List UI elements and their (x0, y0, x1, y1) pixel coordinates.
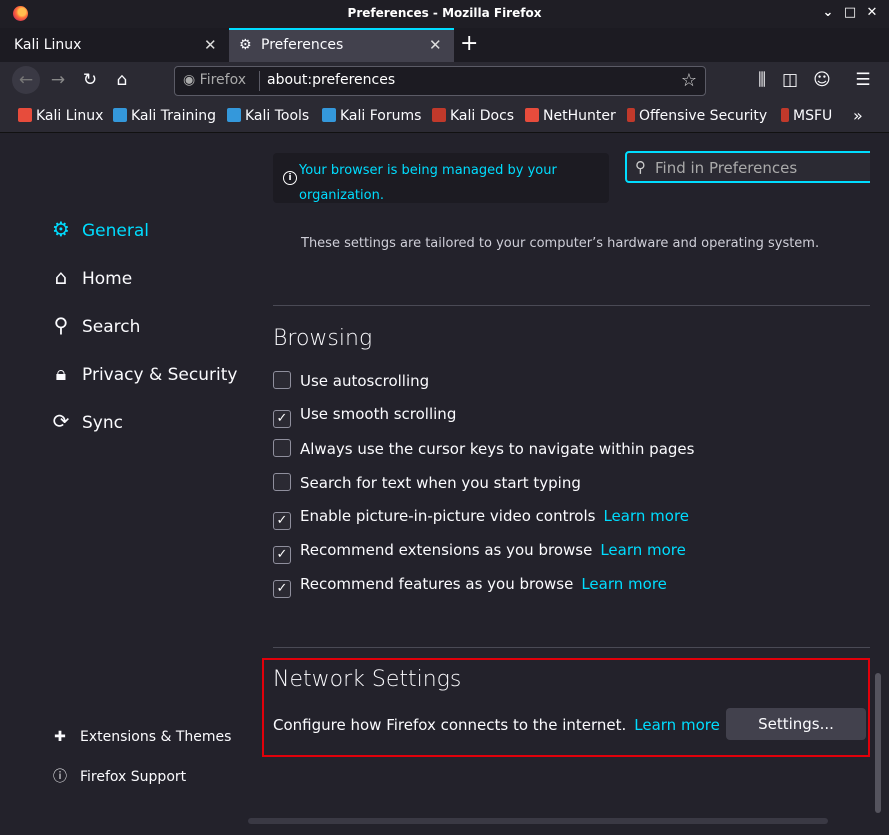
identity-box[interactable]: ◉ Firefox (183, 72, 246, 88)
network-description: Configure how Firefox connects to the in… (273, 716, 720, 734)
checkbox-checked[interactable]: ✓ (273, 410, 291, 428)
learn-more-link[interactable]: Learn more (603, 507, 689, 525)
offsec-icon (627, 108, 635, 122)
menu-icon[interactable]: ☰ (851, 70, 875, 92)
bookmark-star-icon[interactable]: ☆ (681, 70, 697, 91)
option-smooth-scrolling[interactable]: ✓ Use smooth scrolling (273, 405, 456, 428)
checkbox[interactable] (273, 473, 291, 491)
network-settings-heading: Network Settings (273, 667, 462, 692)
policy-notice-text[interactable]: Your browser is being managed by your or… (299, 158, 599, 208)
url-text[interactable]: about:preferences (267, 72, 395, 88)
close-tab-icon[interactable]: ✕ (204, 36, 217, 54)
option-autoscrolling[interactable]: Use autoscrolling (273, 371, 429, 390)
bookmark-kali-training[interactable]: Kali Training (113, 108, 216, 124)
learn-more-link[interactable]: Learn more (600, 541, 686, 559)
category-home[interactable]: ⌂ Home (50, 265, 133, 289)
puzzle-icon: ✚ (54, 729, 66, 745)
navigation-bar: ← → ↻ ⌂ ◉ Firefox about:preferences ☆ ⫼ … (0, 62, 889, 100)
category-search[interactable]: ⚲ Search (50, 313, 141, 337)
learn-more-link[interactable]: Learn more (634, 716, 720, 734)
divider (273, 305, 870, 306)
option-recommend-extensions[interactable]: ✓ Recommend extensions as you browse Learn… (273, 541, 686, 564)
docs-icon (432, 108, 446, 122)
firefox-support-link[interactable]: ⓘ Firefox Support (52, 766, 186, 786)
help-icon: ⓘ (53, 769, 67, 785)
kali-icon (18, 108, 32, 122)
tab-label: Kali Linux (14, 37, 82, 53)
sidebar-icon[interactable]: ◫ (778, 70, 802, 92)
minimize-button[interactable]: ⌄ (820, 4, 836, 22)
checkbox-checked[interactable]: ✓ (273, 546, 291, 564)
search-icon: ⚲ (635, 158, 646, 176)
new-tab-button[interactable]: + (460, 31, 478, 56)
gear-icon: ⚙ (239, 37, 252, 53)
checkbox-checked[interactable]: ✓ (273, 512, 291, 530)
checkbox[interactable] (273, 371, 291, 389)
bookmark-msfu[interactable]: MSFU (781, 108, 832, 124)
find-in-preferences[interactable]: ⚲ (625, 151, 870, 183)
account-icon[interactable]: ☺ (810, 70, 834, 92)
tab-kali-linux[interactable]: Kali Linux ✕ (0, 28, 228, 62)
bookmark-nethunter[interactable]: NetHunter (525, 108, 616, 124)
bookmark-kali-tools[interactable]: Kali Tools (227, 108, 309, 124)
bookmarks-toolbar: Kali Linux Kali Training Kali Tools Kali… (0, 100, 889, 133)
home-icon: ⌂ (54, 265, 68, 289)
option-search-typing[interactable]: Search for text when you start typing (273, 473, 581, 492)
option-recommend-features[interactable]: ✓ Recommend features as you browse Learn m… (273, 575, 667, 598)
firefox-icon: ◉ (183, 72, 200, 88)
bookmark-kali-docs[interactable]: Kali Docs (432, 108, 514, 124)
info-icon: i (283, 171, 297, 185)
sync-icon: ⟳ (52, 409, 70, 433)
window-title: Preferences - Mozilla Firefox (347, 6, 542, 20)
checkbox-checked[interactable]: ✓ (273, 580, 291, 598)
library-icon[interactable]: ⫼ (750, 70, 774, 92)
close-tab-icon[interactable]: ✕ (429, 36, 442, 54)
kali-icon (227, 108, 241, 122)
maximize-button[interactable]: □ (842, 4, 858, 22)
separator (259, 71, 260, 91)
title-bar: Preferences - Mozilla Firefox ⌄ □ ✕ (0, 0, 889, 28)
checkbox[interactable] (273, 439, 291, 457)
option-picture-in-picture[interactable]: ✓ Enable picture-in-picture video control… (273, 507, 689, 530)
lock-icon: 🔒︎ (55, 361, 67, 385)
reload-button[interactable]: ↻ (78, 70, 102, 92)
vertical-scrollbar[interactable] (870, 133, 889, 835)
kali-icon (113, 108, 127, 122)
home-button[interactable]: ⌂ (110, 70, 134, 92)
bookmark-kali-linux[interactable]: Kali Linux (18, 108, 103, 124)
horizontal-scrollbar[interactable] (248, 818, 828, 824)
bookmark-offensive-security[interactable]: Offensive Security (627, 108, 767, 124)
url-bar[interactable]: ◉ Firefox about:preferences ☆ (174, 66, 706, 96)
tab-bar: Kali Linux ✕ ⚙ Preferences ✕ + (0, 28, 889, 62)
back-button[interactable]: ← (12, 66, 40, 94)
network-settings-button[interactable]: Settings... (726, 708, 866, 740)
extensions-themes-link[interactable]: ✚ Extensions & Themes (52, 729, 231, 745)
search-input[interactable] (653, 156, 870, 180)
policy-notice[interactable]: i Your browser is being managed by your … (273, 153, 609, 203)
preferences-content: ⚙ General ⌂ Home ⚲ Search 🔒︎ Privacy & Secur… (0, 133, 870, 835)
kali-icon (322, 108, 336, 122)
close-window-button[interactable]: ✕ (864, 4, 880, 22)
divider (273, 647, 870, 648)
nethunter-icon (525, 108, 539, 122)
category-general[interactable]: ⚙ General (50, 217, 149, 241)
tab-preferences[interactable]: ⚙ Preferences ✕ (229, 28, 454, 62)
scrollbar-thumb[interactable] (875, 673, 881, 813)
more-bookmarks-icon[interactable]: » (853, 106, 863, 125)
search-icon: ⚲ (53, 313, 69, 337)
performance-note: These settings are tailored to your comp… (301, 236, 820, 251)
forward-button[interactable]: → (46, 70, 70, 92)
learn-more-link[interactable]: Learn more (581, 575, 667, 593)
category-privacy[interactable]: 🔒︎ Privacy & Security (50, 361, 238, 385)
gear-icon: ⚙ (52, 217, 70, 241)
msfu-icon (781, 108, 789, 122)
tab-label: Preferences (261, 37, 344, 53)
bookmark-kali-forums[interactable]: Kali Forums (322, 108, 421, 124)
category-sync[interactable]: ⟳ Sync (50, 409, 123, 433)
browsing-heading: Browsing (273, 326, 373, 351)
option-cursor-keys[interactable]: Always use the cursor keys to navigate w… (273, 439, 694, 458)
